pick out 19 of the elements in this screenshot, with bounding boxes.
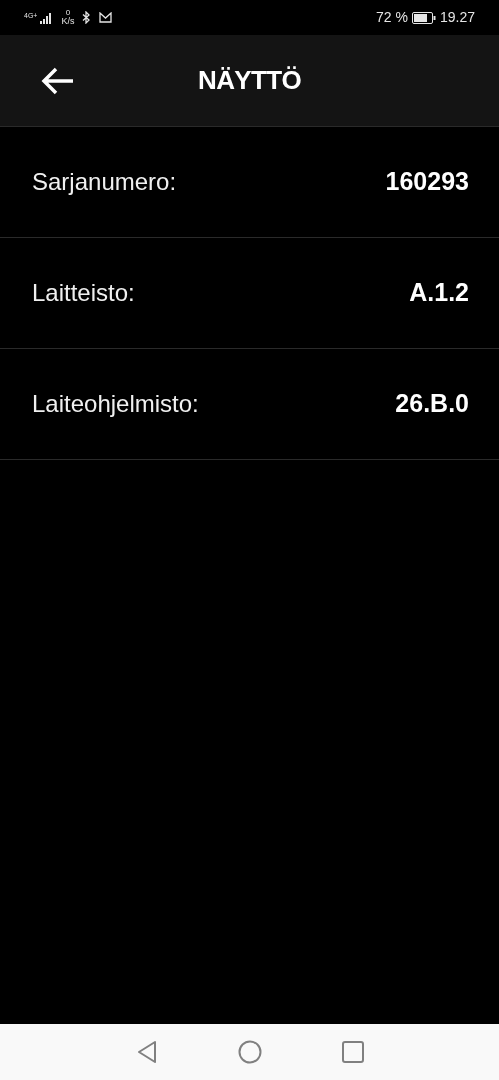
screen-title: NÄYTTÖ <box>198 64 301 97</box>
battery-icon <box>411 11 436 24</box>
signal-icon <box>39 11 54 24</box>
info-value: 26.B.0 <box>395 388 469 420</box>
back-arrow-icon <box>41 67 75 95</box>
info-label: Sarjanumero: <box>32 167 177 197</box>
battery-percent: 72 % <box>376 8 408 27</box>
info-label: Laiteohjelmisto: <box>32 389 199 419</box>
mail-icon <box>99 12 113 23</box>
back-icon[interactable] <box>135 1040 158 1064</box>
info-label: Laitteisto: <box>32 278 135 308</box>
speed-value: 0 <box>65 9 71 17</box>
home-icon[interactable] <box>237 1040 262 1064</box>
bluetooth-icon <box>82 11 92 24</box>
clock-time: 19.27 <box>439 8 475 27</box>
info-value: 160293 <box>385 166 469 198</box>
recents-icon[interactable] <box>341 1041 364 1063</box>
info-value: A.1.2 <box>409 277 469 309</box>
speed-unit: K/s <box>61 17 75 26</box>
